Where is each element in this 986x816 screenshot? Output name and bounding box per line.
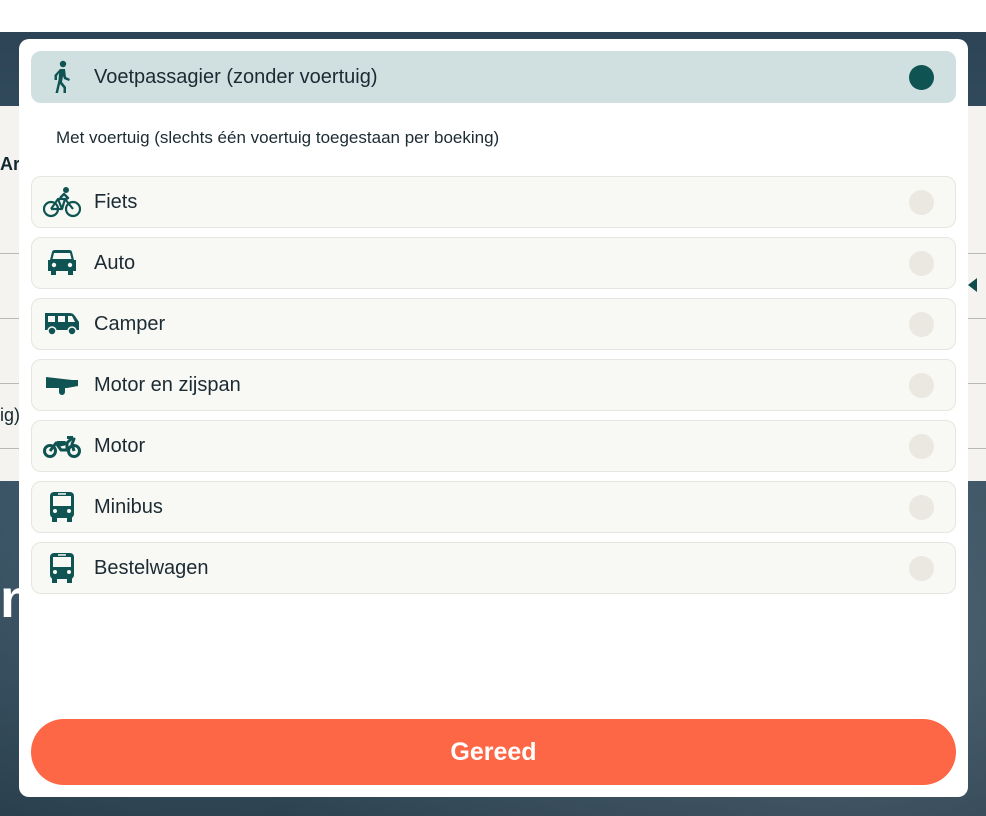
option-label: Bestelwagen [94,556,209,579]
page-header-strip [0,0,986,32]
radio-unselected[interactable] [909,250,934,276]
option-foot-passenger[interactable]: Voetpassagier (zonder voertuig) [31,51,956,103]
radio-unselected[interactable] [909,189,934,215]
background-text-fragment: ig) [0,405,21,425]
option-car[interactable]: Auto [31,237,956,289]
option-label: Minibus [94,495,163,518]
option-van[interactable]: Bestelwagen [31,542,956,594]
radio-unselected[interactable] [909,372,934,398]
bicycle-icon [32,177,92,227]
option-minibus[interactable]: Minibus [31,481,956,533]
minibus-icon [32,482,92,532]
radio-unselected[interactable] [909,555,934,581]
option-bicycle[interactable]: Fiets [31,176,956,228]
option-label: Auto [94,251,136,274]
radio-unselected[interactable] [909,311,934,337]
camper-icon [32,299,92,349]
motorcycle-icon [32,421,92,471]
option-motorcycle[interactable]: Motor [31,420,956,472]
option-label: Motor [94,434,146,457]
option-camper[interactable]: Camper [31,298,956,350]
background-arrow-icon [968,278,977,292]
van-icon [32,543,92,593]
pedestrian-icon [32,52,92,102]
radio-selected[interactable] [909,64,934,90]
radio-unselected[interactable] [909,433,934,459]
motorcycle-sidecar-icon [32,360,92,410]
option-motorcycle-sidecar[interactable]: Motor en zijspan [31,359,956,411]
option-label: Fiets [94,190,138,213]
vehicle-section-heading: Met voertuig (slechts één voertuig toege… [56,128,500,147]
option-label: Camper [94,312,166,335]
passenger-vehicle-modal: Voetpassagier (zonder voertuig) Met voer… [19,39,968,797]
background-text-fragment: Ar [0,154,21,174]
option-label: Motor en zijspan [94,373,241,396]
option-label: Voetpassagier (zonder voertuig) [94,65,378,88]
done-button[interactable]: Gereed [31,719,956,785]
car-icon [32,238,92,288]
radio-unselected[interactable] [909,494,934,520]
